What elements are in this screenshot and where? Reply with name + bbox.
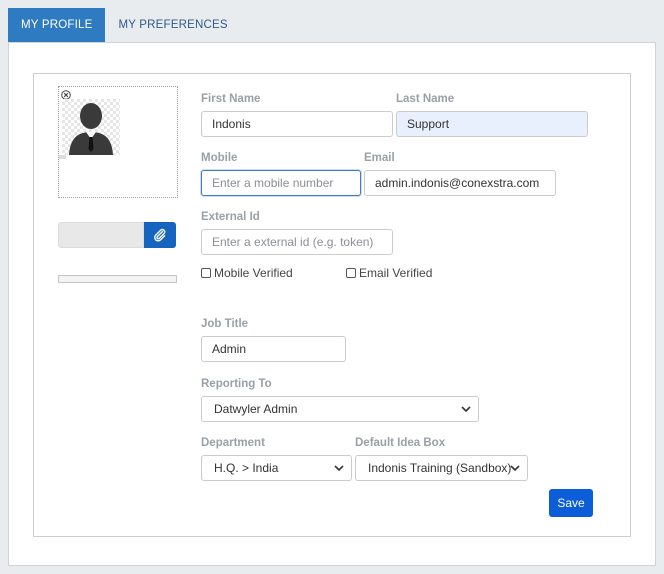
mobile-verified-option[interactable]: Mobile Verified xyxy=(201,266,293,280)
profile-panel: First Name Last Name Mobile Email Extern… xyxy=(8,42,656,566)
attach-button[interactable] xyxy=(144,222,176,248)
chevron-down-icon xyxy=(510,465,520,472)
paperclip-icon xyxy=(154,228,166,242)
upload-progress-bar xyxy=(58,275,177,283)
save-button[interactable]: Save xyxy=(549,489,593,517)
tab-my-preferences[interactable]: MY PREFERENCES xyxy=(105,8,240,42)
department-value: H.Q. > India xyxy=(214,461,279,475)
avatar-scroll-indicator xyxy=(59,155,66,159)
department-label: Department xyxy=(201,437,265,449)
reporting-to-select[interactable]: Datwyler Admin xyxy=(201,396,479,422)
email-field[interactable] xyxy=(364,170,556,196)
job-title-field[interactable] xyxy=(201,336,346,362)
reporting-to-label: Reporting To xyxy=(201,378,272,390)
external-id-label: External Id xyxy=(201,211,260,223)
reporting-to-value: Datwyler Admin xyxy=(214,402,298,416)
default-idea-box-select[interactable]: Indonis Training (Sandbox) xyxy=(355,455,528,481)
chevron-down-icon xyxy=(461,406,471,413)
department-select[interactable]: H.Q. > India xyxy=(201,455,352,481)
close-circle-icon[interactable] xyxy=(61,89,71,100)
last-name-field[interactable] xyxy=(396,111,588,137)
email-verified-option[interactable]: Email Verified xyxy=(346,266,432,280)
email-verified-checkbox[interactable] xyxy=(346,268,356,278)
user-silhouette-icon xyxy=(69,103,113,155)
profile-tabs: MY PROFILE MY PREFERENCES xyxy=(8,8,241,42)
chevron-down-icon xyxy=(334,465,344,472)
file-upload xyxy=(58,222,176,248)
default-idea-box-value: Indonis Training (Sandbox) xyxy=(368,461,512,475)
job-title-label: Job Title xyxy=(201,318,249,330)
mobile-verified-label: Mobile Verified xyxy=(214,266,293,280)
last-name-label: Last Name xyxy=(396,93,455,105)
first-name-label: First Name xyxy=(201,93,261,105)
avatar xyxy=(62,99,120,155)
mobile-field[interactable] xyxy=(201,170,361,196)
tab-my-profile[interactable]: MY PROFILE xyxy=(8,8,106,42)
mobile-verified-checkbox[interactable] xyxy=(201,268,211,278)
email-label: Email xyxy=(364,152,395,164)
mobile-label: Mobile xyxy=(201,152,238,164)
profile-photo-box xyxy=(58,86,178,198)
file-name-field[interactable] xyxy=(58,222,144,248)
external-id-field[interactable] xyxy=(201,229,393,255)
email-verified-label: Email Verified xyxy=(359,266,433,280)
profile-card: First Name Last Name Mobile Email Extern… xyxy=(33,73,631,537)
default-idea-box-label: Default Idea Box xyxy=(355,437,446,449)
first-name-field[interactable] xyxy=(201,111,393,137)
